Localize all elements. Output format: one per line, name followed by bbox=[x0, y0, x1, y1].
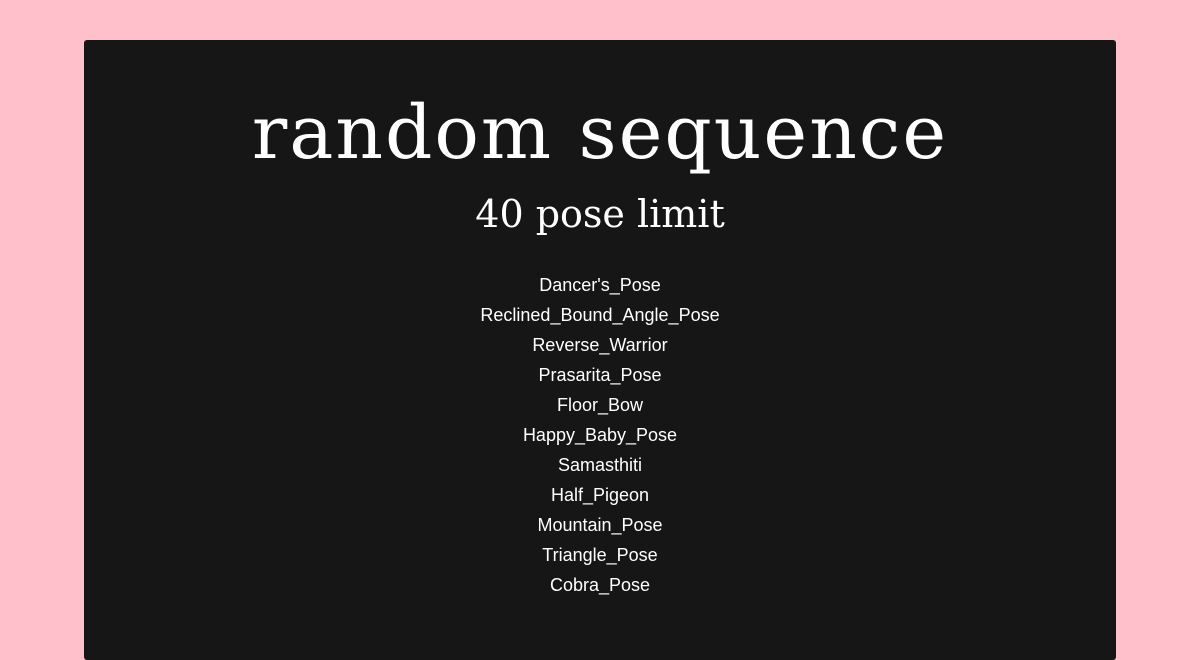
list-item: Mountain_Pose bbox=[537, 515, 663, 535]
list-item: Floor_Bow bbox=[556, 395, 644, 415]
list-item: Dancer's_Pose bbox=[539, 275, 661, 295]
page-subtitle: 40 pose limit bbox=[475, 192, 725, 236]
list-item: Reclined_Bound_Angle_Pose bbox=[480, 305, 720, 325]
list-item: Samasthiti bbox=[557, 455, 643, 475]
page-title: random sequence bbox=[251, 90, 949, 176]
sequence-card: random sequence 40 pose limit Dancer's_P… bbox=[84, 40, 1116, 660]
list-item: Cobra_Pose bbox=[549, 575, 651, 595]
list-item: Prasarita_Pose bbox=[538, 365, 662, 385]
list-item: Happy_Baby_Pose bbox=[522, 425, 678, 445]
list-item: Triangle_Pose bbox=[542, 545, 658, 565]
list-item: Half_Pigeon bbox=[550, 485, 650, 505]
list-item: Reverse_Warrior bbox=[532, 335, 668, 355]
pose-list: Dancer's_Pose Reclined_Bound_Angle_Pose Re… bbox=[84, 270, 1116, 600]
